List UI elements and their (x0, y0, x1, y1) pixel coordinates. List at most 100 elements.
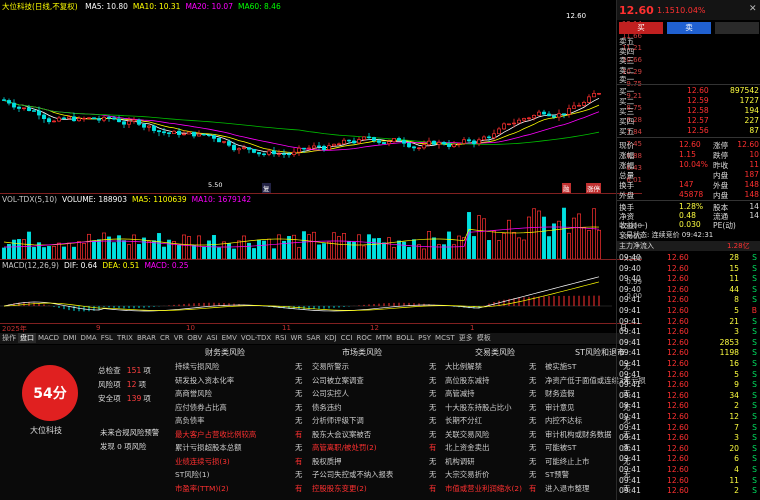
tab-1[interactable]: 盘口 (18, 333, 36, 343)
macd-chart[interactable] (0, 270, 612, 322)
risk-item[interactable]: ST风险(1) (175, 469, 209, 480)
risk-item[interactable]: 分析师评级下调 (312, 415, 364, 426)
tab-25[interactable]: 模板 (475, 333, 493, 343)
tab-9[interactable]: VR (172, 334, 186, 342)
tab-22[interactable]: PSY (416, 334, 433, 342)
tick-time: 09:41 (619, 337, 641, 347)
tick-price: 12.60 (667, 306, 689, 315)
risk-item[interactable]: 研发投入资本化率 (175, 375, 234, 386)
ask-row: 卖三 (617, 55, 760, 65)
risk-item[interactable]: 可能被ST (545, 442, 576, 453)
risk-item[interactable]: 最大客户占营收比例较高 (175, 429, 256, 440)
risk-item[interactable]: 高负债率 (175, 415, 205, 426)
tab-17[interactable]: KDJ (323, 334, 339, 342)
risk-item[interactable]: 高管离职/被处罚(2) (312, 442, 377, 453)
volume-bar (2, 247, 6, 259)
risk-item[interactable]: 被实施ST (545, 361, 576, 372)
volume-chart[interactable] (0, 204, 612, 259)
risk-item[interactable]: 市盈率(TTM)(2) (175, 483, 229, 494)
info-divider (617, 200, 760, 201)
close-icon[interactable]: ✕ (749, 4, 757, 14)
risk-item[interactable]: 业绩连续亏损(3) (175, 456, 230, 467)
volume-bar (132, 234, 136, 259)
tab-13[interactable]: VOL-TDX (239, 334, 273, 342)
tab-6[interactable]: TRIX (115, 334, 135, 342)
candle-body (152, 125, 156, 131)
risk-item[interactable]: 高商誉风险 (175, 388, 212, 399)
risk-item[interactable]: 控股股东变更(2) (312, 483, 367, 494)
book-divider (617, 84, 760, 85)
buy-button[interactable]: 买 (619, 22, 663, 34)
tab-21[interactable]: BOLL (394, 334, 416, 342)
risk-item[interactable]: 市值或营业利润缩水(2) (445, 483, 522, 494)
volume-bar (337, 236, 341, 259)
tab-11[interactable]: ASI (204, 334, 219, 342)
volume-bar (347, 241, 351, 259)
risk-item[interactable]: 财务造假 (545, 388, 575, 399)
tab-23[interactable]: MCST (433, 334, 457, 342)
risk-item[interactable]: 债务违约 (312, 402, 342, 413)
tick-time: 09:41 (619, 433, 641, 443)
risk-item[interactable]: 机构调研 (445, 456, 475, 467)
candle-body (587, 96, 591, 103)
risk-item[interactable]: 应付债券占比高 (175, 402, 227, 413)
tab-0[interactable]: 操作 (0, 333, 18, 343)
last-price: 12.60 (619, 4, 654, 17)
quote-info-row: 涨幅 1.15 跌停 10 (617, 150, 760, 160)
volume-bar (362, 245, 366, 259)
risk-item[interactable]: ST预警 (545, 469, 569, 480)
risk-item[interactable]: 进入退市整理 (545, 483, 589, 494)
risk-item[interactable]: 持续亏损风险 (175, 361, 219, 372)
risk-item[interactable]: 交易所警示 (312, 361, 349, 372)
info-value: 12.60 (679, 140, 701, 149)
tab-24[interactable]: 更多 (457, 333, 475, 343)
risk-item[interactable]: 北上资金卖出 (445, 442, 489, 453)
tab-7[interactable]: BRAR (135, 334, 158, 342)
risk-item[interactable]: 股权质押 (312, 456, 342, 467)
risk-item[interactable]: 十大股东持股占比小 (445, 402, 512, 413)
more-button[interactable] (715, 22, 759, 34)
risk-item[interactable]: 累计亏损超股本总额 (175, 442, 242, 453)
risk-item[interactable]: 高位股东减持 (445, 375, 489, 386)
compliance-warning-link[interactable]: 未来合规风险预警 (100, 427, 159, 438)
tick-flag: S (752, 359, 757, 368)
volume-bar (152, 240, 156, 259)
risk-item[interactable]: 公司实控人 (312, 388, 349, 399)
tab-18[interactable]: CCI (339, 334, 355, 342)
risk-item[interactable]: 关联交易风险 (445, 429, 489, 440)
tab-3[interactable]: DMI (61, 334, 79, 342)
risk-item[interactable]: 内控不达标 (545, 415, 582, 426)
risk-item[interactable]: 长期不分红 (445, 415, 482, 426)
tab-19[interactable]: ROC (354, 334, 373, 342)
risk-item[interactable]: 公司被立案调查 (312, 375, 364, 386)
tab-10[interactable]: OBV (185, 334, 204, 342)
risk-item[interactable]: 高管减持 (445, 388, 475, 399)
quote-info-row: 涨幅 10.04% 昨收 11 (617, 160, 760, 170)
tab-4[interactable]: DMA (78, 334, 98, 342)
risk-item[interactable]: 股东大会议案被否 (312, 429, 371, 440)
volume-bar (122, 240, 126, 259)
candle-body (72, 116, 76, 122)
risk-score-circle: 54分 (22, 365, 78, 421)
tab-20[interactable]: MTM (374, 334, 394, 342)
risk-item[interactable]: 大比例解禁 (445, 361, 482, 372)
volume-bar (402, 241, 406, 259)
kline-chart[interactable] (0, 10, 612, 192)
tab-16[interactable]: SAR (304, 334, 322, 342)
tab-15[interactable]: WR (289, 334, 305, 342)
volume-legend-item: MA5: 1100639 (131, 195, 187, 204)
tab-8[interactable]: CR (158, 334, 172, 342)
candle-body (557, 113, 561, 118)
risk-item[interactable]: 大宗交易折价 (445, 469, 489, 480)
risk-item-result: 无 (429, 402, 437, 412)
tab-5[interactable]: FSL (99, 334, 115, 342)
tab-2[interactable]: MACD (36, 334, 61, 342)
tab-12[interactable]: EMV (220, 334, 239, 342)
risk-item[interactable]: 子公司失控或不纳入报表 (312, 469, 393, 480)
risk-item[interactable]: 审计机构或财务数据 (545, 429, 612, 440)
volume-bar (392, 247, 396, 259)
risk-item[interactable]: 审计意见 (545, 402, 575, 413)
tab-14[interactable]: RSI (273, 334, 288, 342)
sell-button[interactable]: 卖 (667, 22, 711, 34)
risk-item[interactable]: 可能终止上市 (545, 456, 589, 467)
